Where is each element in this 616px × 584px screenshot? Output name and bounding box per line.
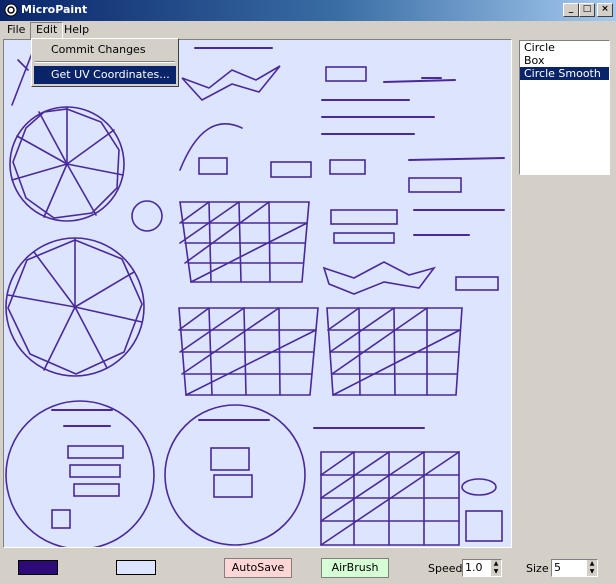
menu-item-get-uv-coordinates[interactable]: Get UV Coordinates... [34,66,176,84]
objects-listbox[interactable]: Circle Box Circle Smooth [519,40,610,175]
app-icon [4,3,18,17]
uv-circle-shape [9,106,125,222]
menu-bar: File Edit Help [0,21,616,40]
menu-item-commit-changes[interactable]: Commit Changes [34,41,176,59]
uv-small-circle [131,200,163,232]
primary-color-swatch[interactable] [18,560,58,575]
list-item-box[interactable]: Box [520,54,609,67]
uv-box-unwrap [179,201,310,283]
uv-strip [181,65,281,101]
list-item-circle[interactable]: Circle [520,41,609,54]
uv-boxes-small [51,66,503,542]
maximize-button[interactable]: □ [579,3,595,17]
size-label: Size [526,562,549,575]
paint-canvas[interactable] [3,39,512,548]
uv-circle-shape [5,237,145,377]
window-title: MicroPaint [21,3,88,16]
speed-label: Speed [428,562,463,575]
bottom-toolbar: AutoSave AirBrush Speed 1.0 ▲ ▼ Size 5 ▲… [0,550,616,584]
uv-box-unwrap [320,451,460,546]
uv-circle-outline [5,400,155,547]
uv-texture-drawing [5,47,505,547]
speed-spinner-buttons[interactable]: ▲ ▼ [491,560,501,576]
uv-ellipse [461,478,497,496]
speed-spinner[interactable]: 1.0 ▲ ▼ [462,559,502,577]
uv-arc [179,123,243,171]
uv-box-unwrap [326,307,463,396]
micropaint-window: MicroPaint _ □ × File Edit Help Commit C… [0,0,616,584]
edit-menu-dropdown: Commit Changes Get UV Coordinates... [31,38,179,87]
autosave-button[interactable]: AutoSave [224,558,292,578]
size-spinner-buttons[interactable]: ▲ ▼ [587,560,597,576]
menu-file[interactable]: File [2,22,30,38]
uv-box-unwrap [178,307,319,396]
title-bar[interactable]: MicroPaint _ □ × [0,0,616,21]
list-item-circle-smooth[interactable]: Circle Smooth [520,67,609,80]
menu-help[interactable]: Help [59,22,94,38]
secondary-color-swatch[interactable] [116,560,156,575]
minimize-button[interactable]: _ [563,3,579,17]
size-spinner[interactable]: 5 ▲ ▼ [551,559,598,577]
size-value: 5 [554,561,561,574]
spin-up-icon[interactable]: ▲ [491,560,501,568]
speed-value: 1.0 [465,561,483,574]
close-button[interactable]: × [597,3,613,17]
spin-up-icon[interactable]: ▲ [587,560,597,568]
uv-strip [322,261,437,295]
spin-down-icon[interactable]: ▼ [491,568,501,576]
menu-separator [35,61,175,63]
spin-down-icon[interactable]: ▼ [587,568,597,576]
airbrush-button[interactable]: AirBrush [321,558,389,578]
